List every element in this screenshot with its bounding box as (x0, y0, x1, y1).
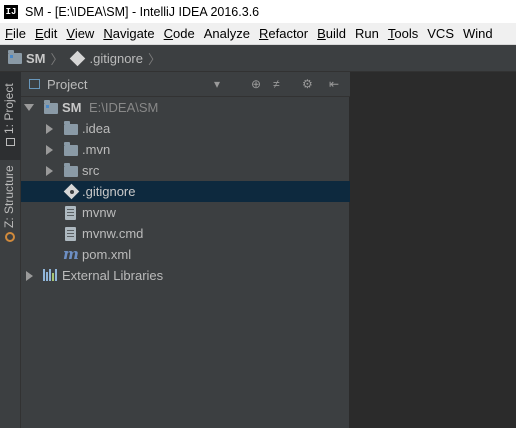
tree-item-mvn[interactable]: .mvn (21, 139, 350, 160)
tree-item-label: mvnw.cmd (82, 226, 144, 241)
folder-icon (64, 142, 78, 156)
menu-run[interactable]: Run (352, 26, 382, 41)
hide-panel-icon[interactable]: ⇤ (329, 77, 339, 91)
menu-tools[interactable]: Tools (385, 26, 421, 41)
settings-icon[interactable]: ⚙ (302, 77, 313, 91)
project-view-icon (29, 79, 40, 89)
collapse-arrow-icon[interactable] (46, 166, 53, 176)
tree-item-src[interactable]: src (21, 160, 350, 181)
view-dropdown-icon[interactable]: ▾ (214, 77, 220, 91)
tree-item-pom[interactable]: m pom.xml (21, 244, 350, 265)
tree-item-external-libraries[interactable]: External Libraries (21, 265, 350, 286)
tree-item-label: src (82, 163, 100, 178)
collapse-all-icon[interactable]: ≠ (273, 77, 280, 91)
editor-area[interactable] (350, 72, 516, 428)
project-tab-label: 1: Project (2, 83, 16, 134)
structure-tab-icon (5, 232, 15, 242)
menu-vcs[interactable]: VCS (424, 26, 457, 41)
navigation-bar: SM 〉 .gitignore 〉 (0, 45, 516, 72)
git-icon-dot (70, 190, 74, 194)
breadcrumb-separator: 〉 (50, 51, 64, 67)
window-title: SM - [E:\IDEA\SM] - IntelliJ IDEA 2016.3… (25, 4, 260, 19)
menu-file[interactable]: File (2, 26, 29, 41)
structure-tab-label: Z: Structure (2, 165, 16, 228)
project-tab-icon (6, 138, 15, 146)
collapse-arrow-icon[interactable] (46, 145, 53, 155)
left-tool-strip: 1: Project Z: Structure (0, 72, 21, 428)
project-panel-header: Project ▾ ⊕ ≠ ⚙ ⇤ (21, 72, 350, 97)
tree-item-label: .mvn (82, 142, 111, 157)
folder-icon (64, 163, 78, 177)
title-bar: IJ SM - [E:\IDEA\SM] - IntelliJ IDEA 201… (0, 0, 516, 23)
breadcrumb-file[interactable]: .gitignore (69, 50, 143, 66)
project-tool-tab[interactable]: 1: Project (0, 72, 21, 160)
structure-tool-tab[interactable]: Z: Structure (0, 162, 21, 248)
maven-icon: m (63, 245, 79, 263)
menu-edit[interactable]: Edit (32, 26, 60, 41)
menu-bar: File Edit View Navigate Code Analyze Ref… (0, 23, 516, 45)
tree-root-sm[interactable]: SM E:\IDEA\SM (21, 97, 350, 118)
breadcrumb-separator: 〉 (148, 51, 162, 67)
menu-code[interactable]: Code (161, 26, 198, 41)
module-folder-icon (8, 49, 22, 64)
menu-refactor[interactable]: Refactor (256, 26, 311, 41)
text-file-icon (65, 227, 76, 241)
intellij-logo-icon: IJ (4, 4, 18, 19)
project-panel: Project ▾ ⊕ ≠ ⚙ ⇤ SM E:\IDEA\SM .idea .m… (21, 72, 350, 428)
tree-item-label: .idea (82, 121, 111, 136)
menu-build[interactable]: Build (314, 26, 349, 41)
menu-navigate[interactable]: Navigate (100, 26, 157, 41)
folder-icon (64, 121, 78, 135)
git-icon (69, 50, 85, 66)
menu-analyze[interactable]: Analyze (201, 26, 253, 41)
locate-file-icon[interactable]: ⊕ (251, 77, 261, 91)
library-icon (43, 269, 57, 281)
breadcrumb-project[interactable]: SM (0, 49, 46, 66)
expand-arrow-icon[interactable] (24, 104, 34, 111)
menu-window[interactable]: Wind (460, 26, 496, 41)
tree-item-label: .gitignore (82, 184, 136, 199)
collapse-arrow-icon[interactable] (26, 271, 33, 281)
tree-item-gitignore[interactable]: .gitignore (21, 181, 350, 202)
tree-item-idea[interactable]: .idea (21, 118, 350, 139)
breadcrumb-root-label: SM (26, 50, 46, 66)
menu-view[interactable]: View (63, 26, 97, 41)
tree-item-label: pom.xml (82, 247, 132, 262)
tree-item-mvnw-cmd[interactable]: mvnw.cmd (21, 223, 350, 244)
tree-item-label: External Libraries (62, 268, 164, 283)
breadcrumb-file-label: .gitignore (89, 50, 143, 66)
project-panel-title[interactable]: Project (47, 77, 87, 92)
tree-item-label: mvnw (82, 205, 116, 220)
text-file-icon (65, 206, 76, 220)
tree-root-label: SM (62, 100, 82, 115)
collapse-arrow-icon[interactable] (46, 124, 53, 134)
tree-root-path: E:\IDEA\SM (89, 100, 159, 115)
tree-item-mvnw[interactable]: mvnw (21, 202, 350, 223)
module-folder-icon (44, 100, 58, 114)
